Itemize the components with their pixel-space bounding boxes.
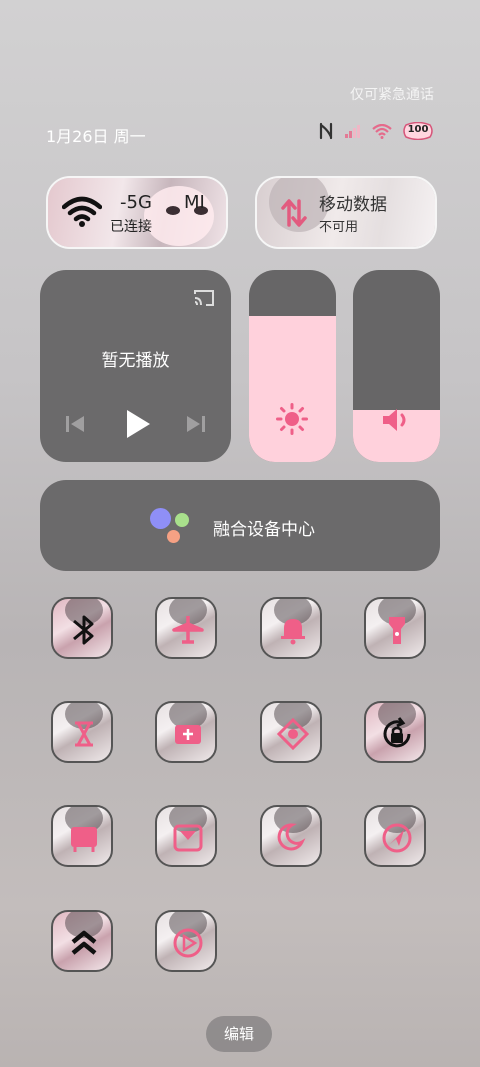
date-label[interactable]: 1月26日 周一 bbox=[46, 123, 146, 147]
volume-icon bbox=[381, 406, 411, 438]
media-panel[interactable]: 暂无播放 bbox=[40, 270, 231, 462]
next-icon[interactable] bbox=[185, 413, 207, 439]
rotation-lock-icon bbox=[383, 717, 411, 748]
emergency-calls-only: 仅可紧急通话 bbox=[350, 87, 434, 103]
cast-icon[interactable] bbox=[192, 288, 216, 312]
moon-icon bbox=[277, 823, 306, 851]
location-icon bbox=[382, 823, 412, 853]
device-center-bar[interactable]: 融合设备中心 bbox=[40, 480, 440, 571]
toggle-reading-mode[interactable] bbox=[155, 805, 217, 867]
toggle-dark-mode[interactable] bbox=[260, 805, 322, 867]
device-center-label: 融合设备中心 bbox=[213, 520, 315, 540]
cast-screen-icon bbox=[71, 827, 97, 852]
wifi-network-overlay: MI bbox=[184, 192, 205, 213]
toggle-screenshot[interactable] bbox=[155, 701, 217, 763]
toggle-hotspot[interactable] bbox=[51, 701, 113, 763]
bluetooth-icon bbox=[73, 615, 94, 645]
reading-icon bbox=[173, 824, 203, 852]
toggle-performance[interactable] bbox=[51, 910, 113, 972]
mobile-data-status: 不可用 bbox=[319, 220, 359, 235]
data-arrows-icon bbox=[279, 198, 309, 232]
status-bar-icons: 100 bbox=[318, 122, 434, 140]
battery-icon: 100 bbox=[402, 122, 434, 140]
toggle-flashlight[interactable] bbox=[364, 597, 426, 659]
screenshot-icon bbox=[175, 725, 201, 744]
toggle-airplane[interactable] bbox=[155, 597, 217, 659]
brightness-icon bbox=[276, 403, 308, 439]
airplane-icon bbox=[172, 616, 204, 644]
toggle-screen-cast[interactable] bbox=[51, 805, 113, 867]
eye-decoration bbox=[166, 206, 180, 215]
chevrons-up-icon bbox=[71, 930, 97, 955]
mobile-data-tile[interactable]: 移动数据 不可用 bbox=[255, 176, 437, 249]
toggle-rotation-lock[interactable] bbox=[364, 701, 426, 763]
wifi-icon bbox=[372, 123, 392, 139]
wifi-icon bbox=[61, 196, 103, 232]
edit-button[interactable]: 编辑 bbox=[206, 1016, 272, 1052]
media-title: 暂无播放 bbox=[101, 351, 170, 371]
hotspot-icon bbox=[75, 721, 93, 747]
mobile-data-title: 移动数据 bbox=[319, 195, 387, 215]
wifi-status: 已连接 bbox=[110, 219, 152, 235]
bell-icon bbox=[281, 619, 305, 645]
brightness-fill bbox=[249, 316, 336, 462]
toggle-bluetooth[interactable] bbox=[51, 597, 113, 659]
previous-icon[interactable] bbox=[64, 413, 86, 439]
play-icon[interactable] bbox=[124, 408, 152, 444]
play-circle-icon bbox=[173, 928, 203, 958]
device-center-icon bbox=[150, 508, 192, 544]
toggle-location[interactable] bbox=[364, 805, 426, 867]
recorder-icon bbox=[276, 717, 310, 751]
brightness-slider[interactable] bbox=[249, 270, 336, 462]
toggle-silent[interactable] bbox=[260, 597, 322, 659]
volume-slider[interactable] bbox=[353, 270, 440, 462]
toggle-video-toolbox[interactable] bbox=[155, 910, 217, 972]
toggle-screen-recorder[interactable] bbox=[260, 701, 322, 763]
battery-level-text: 100 bbox=[407, 124, 429, 135]
nfc-icon bbox=[318, 122, 334, 140]
signal-icon bbox=[344, 124, 362, 138]
flashlight-icon bbox=[389, 617, 405, 644]
wifi-tile[interactable]: -5G MI 已连接 bbox=[46, 176, 228, 249]
wifi-network-name: -5G bbox=[120, 192, 152, 213]
